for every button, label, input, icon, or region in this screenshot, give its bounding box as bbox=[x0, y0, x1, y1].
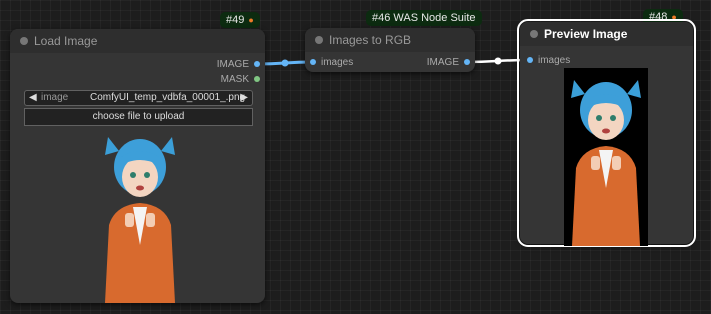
arrow-right-icon[interactable]: ▶ bbox=[240, 91, 248, 105]
collapse-dot-icon[interactable] bbox=[20, 37, 28, 45]
node-id-badge-images-to-rgb: #46 WAS Node Suite bbox=[366, 10, 482, 26]
upload-button[interactable]: choose file to upload bbox=[24, 108, 253, 126]
link-reroute-dot bbox=[494, 57, 502, 65]
output-label-image: IMAGE bbox=[216, 59, 249, 70]
load-image-node[interactable]: Load Image IMAGE MASK ◀ image ComfyUI_te… bbox=[10, 29, 265, 303]
node-id-label: #49 bbox=[226, 14, 245, 26]
node-title-bar[interactable]: Load Image bbox=[10, 29, 265, 53]
output-slot-image[interactable] bbox=[254, 61, 260, 67]
input-label-images: images bbox=[321, 57, 354, 68]
images-to-rgb-node[interactable]: Images to RGB images IMAGE bbox=[305, 28, 475, 72]
node-id-badge-load-image: #49 ● bbox=[220, 12, 260, 28]
input-slot-images[interactable] bbox=[310, 59, 316, 65]
arrow-left-icon[interactable]: ◀ bbox=[29, 91, 37, 105]
image-combo-widget[interactable]: ◀ image ComfyUI_temp_vdbfa_00001_.png ▶ bbox=[24, 90, 253, 106]
node-title: Preview Image bbox=[544, 27, 628, 41]
node-title: Load Image bbox=[34, 34, 98, 48]
node-title: Images to RGB bbox=[329, 33, 412, 47]
fox-icon: ● bbox=[248, 15, 254, 25]
node-title-bar[interactable]: Preview Image bbox=[520, 22, 693, 46]
node-title-bar[interactable]: Images to RGB bbox=[305, 28, 475, 52]
link-reroute-dot bbox=[281, 59, 289, 67]
fox-icon: ● bbox=[671, 12, 677, 22]
loaded-image-preview bbox=[105, 137, 175, 303]
preview-image-output bbox=[564, 68, 648, 246]
output-slot-mask[interactable] bbox=[254, 76, 260, 82]
collapse-dot-icon[interactable] bbox=[315, 36, 323, 44]
widget-value: ComfyUI_temp_vdbfa_00001_.png bbox=[90, 92, 246, 103]
output-slot-image[interactable] bbox=[464, 59, 470, 65]
output-label-mask: MASK bbox=[220, 74, 249, 85]
collapse-dot-icon[interactable] bbox=[530, 30, 538, 38]
input-label-images: images bbox=[538, 55, 571, 66]
output-label-image: IMAGE bbox=[426, 57, 459, 68]
input-slot-images[interactable] bbox=[527, 57, 533, 63]
preview-image-node[interactable]: Preview Image images bbox=[517, 19, 696, 247]
widget-name: image bbox=[41, 92, 69, 103]
